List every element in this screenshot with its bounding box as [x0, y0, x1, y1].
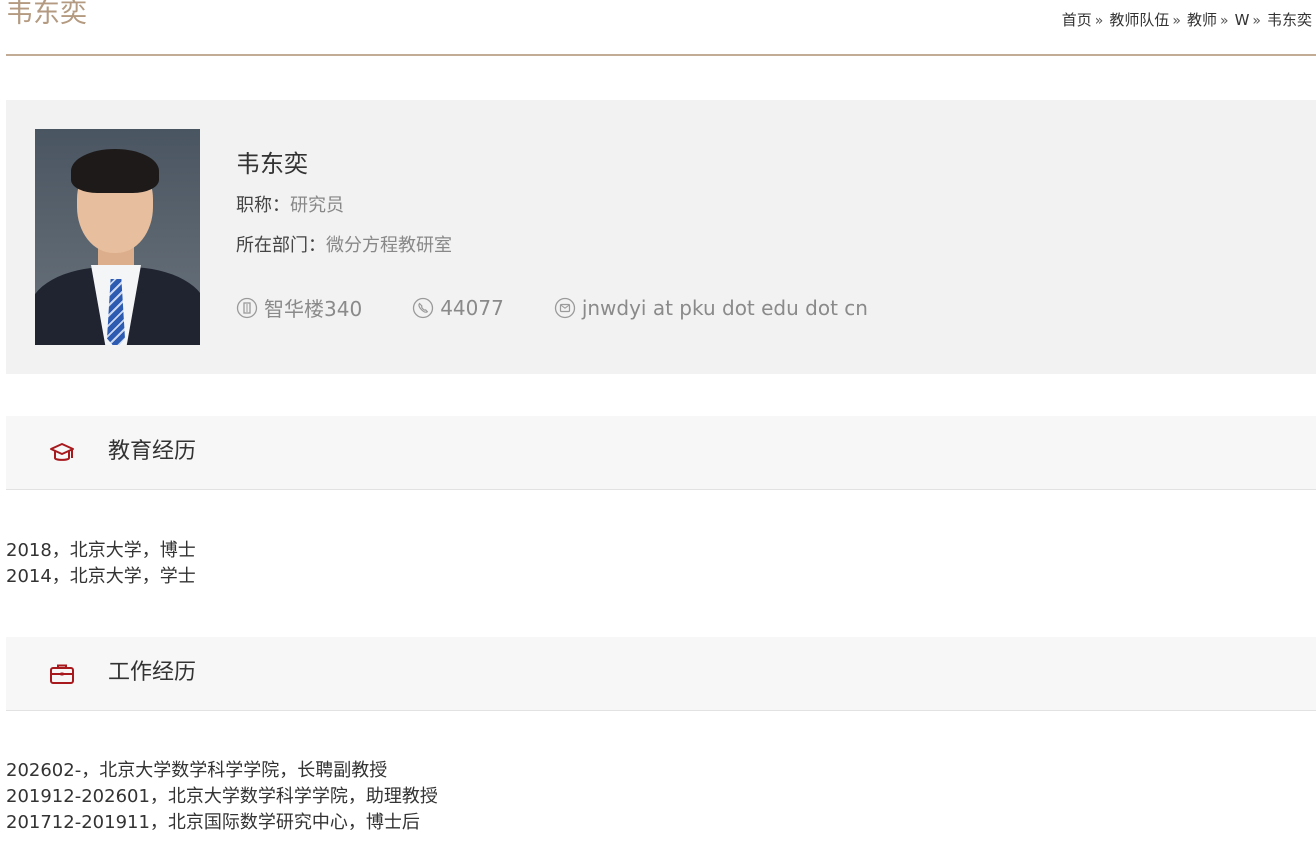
- profile-dept-row: 所在部门：微分方程教研室: [236, 226, 452, 266]
- office-text: 智华楼340: [264, 297, 363, 321]
- breadcrumb-home[interactable]: 首页: [1062, 11, 1092, 29]
- breadcrumb-letter-w[interactable]: W: [1235, 11, 1250, 29]
- contact-email: jnwdyi at pku dot edu dot cn: [554, 296, 868, 320]
- breadcrumb-teachers[interactable]: 教师: [1187, 11, 1217, 29]
- briefcase-icon: [50, 664, 74, 684]
- contact-office: 智华楼340: [236, 293, 362, 322]
- work-list: 202602-，北京大学数学科学学院，长聘副教授 201912-202601，北…: [6, 758, 438, 836]
- breadcrumb-faculty[interactable]: 教师队伍: [1109, 11, 1169, 29]
- list-item: 201912-202601，北京大学数学科学学院，助理教授: [6, 786, 438, 807]
- profile-info: 韦东奕 职称：研究员 所在部门：微分方程教研室: [236, 146, 452, 266]
- breadcrumb: 首页» 教师队伍» 教师» W» 韦东奕: [1062, 8, 1312, 33]
- dept-label: 所在部门：: [236, 235, 326, 256]
- profile-name: 韦东奕: [236, 150, 308, 178]
- graduation-cap-icon: [50, 443, 74, 461]
- dept-value: 微分方程教研室: [326, 235, 452, 256]
- breadcrumb-current: 韦东奕: [1266, 11, 1312, 29]
- list-item: 201712-201911，北京国际数学研究中心，博士后: [6, 812, 420, 833]
- title-label: 职称：: [236, 195, 290, 216]
- list-item: 202602-，北京大学数学科学学院，长聘副教授: [6, 760, 388, 781]
- education-list: 2018，北京大学，博士 2014，北京大学，学士: [6, 538, 196, 590]
- list-item: 2018，北京大学，博士: [6, 540, 196, 561]
- breadcrumb-separator: »: [1094, 13, 1104, 29]
- work-section-header: 工作经历: [6, 637, 1316, 711]
- contact-phone: 44077: [412, 296, 504, 320]
- phone-icon: [413, 297, 434, 318]
- phone-text: 44077: [440, 295, 504, 320]
- title-value: 研究员: [290, 195, 344, 216]
- profile-card: 韦东奕 职称：研究员 所在部门：微分方程教研室 智华楼340 44077 jnw…: [6, 100, 1316, 374]
- education-title: 教育经历: [108, 439, 197, 464]
- header-divider: [6, 54, 1316, 56]
- breadcrumb-separator: »: [1252, 13, 1261, 29]
- page-title: 韦东奕: [6, 0, 87, 29]
- email-icon: [554, 297, 575, 318]
- profile-photo: [35, 129, 200, 345]
- work-title: 工作经历: [108, 660, 197, 685]
- breadcrumb-separator: »: [1219, 13, 1229, 29]
- list-item: 2014，北京大学，学士: [6, 566, 196, 587]
- email-text[interactable]: jnwdyi at pku dot edu dot cn: [582, 296, 868, 320]
- breadcrumb-separator: »: [1172, 13, 1181, 29]
- education-section-header: 教育经历: [6, 416, 1316, 490]
- contact-row: 智华楼340 44077 jnwdyi at pku dot edu dot c…: [236, 293, 918, 322]
- building-icon: [236, 297, 258, 318]
- profile-title-row: 职称：研究员: [236, 186, 452, 226]
